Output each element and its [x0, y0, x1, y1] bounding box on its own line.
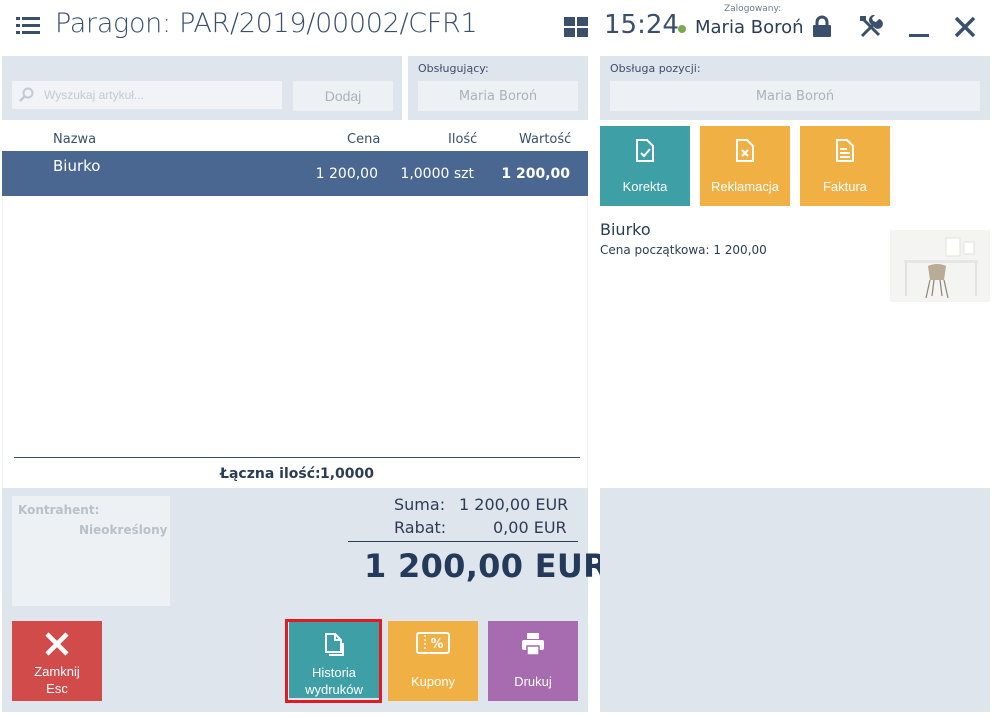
coupon-icon: %: [416, 631, 450, 659]
total-qty-label: Łączna ilość:: [220, 466, 321, 482]
invoice-label: Faktura: [822, 179, 868, 194]
correction-label: Korekta: [622, 179, 668, 194]
discount-label: Rabat:: [394, 518, 447, 537]
contractor-label: Kontrahent:: [18, 503, 100, 517]
total-qty-value: 1,0000: [320, 466, 375, 482]
print-label: Drukuj: [514, 674, 552, 689]
printer-icon: [520, 631, 546, 661]
divider: [348, 541, 578, 542]
minimize-icon[interactable]: [907, 15, 931, 39]
position-service-select[interactable]: Maria Boroń: [610, 81, 980, 111]
product-image: [890, 230, 990, 302]
position-service-label: Obsługa pozycji:: [610, 62, 701, 75]
online-status-icon: [678, 25, 686, 33]
highlight-outline: [285, 619, 382, 703]
tiles-icon[interactable]: [564, 17, 588, 37]
correction-button[interactable]: Korekta: [600, 126, 690, 206]
search-input[interactable]: [12, 81, 282, 109]
table-row[interactable]: Biurko 1 200,00 1,0000 szt 1 200,00: [2, 151, 588, 196]
column-header-name[interactable]: Nazwa: [53, 132, 96, 147]
svg-text:%: %: [430, 637, 443, 652]
table-header: Nazwa Cena Ilość Wartość: [2, 126, 588, 152]
coupons-label: Kupony: [410, 674, 456, 689]
logged-label: Zalogowany:: [724, 4, 782, 14]
seller-label: Obsługujący:: [418, 62, 489, 75]
page-title: Paragon: PAR/2019/00002/CFR1: [55, 8, 478, 39]
invoice-button[interactable]: Faktura: [800, 126, 890, 206]
complaint-button[interactable]: Reklamacja: [700, 126, 790, 206]
sum-label: Suma:: [394, 495, 446, 514]
invoice-icon: [833, 138, 857, 167]
column-header-price[interactable]: Cena: [347, 132, 380, 147]
document-check-icon: [633, 138, 657, 167]
document-x-icon: [733, 138, 757, 167]
sum-value: 1 200,00 EUR: [459, 495, 569, 514]
row-price: 1 200,00: [315, 166, 378, 182]
print-button[interactable]: Drukuj: [488, 621, 578, 701]
row-value: 1 200,00: [501, 166, 570, 182]
menu-icon[interactable]: [16, 16, 40, 36]
row-qty: 1,0000 szt: [400, 166, 474, 182]
close-icon[interactable]: [953, 15, 977, 39]
grand-total: 1 200,00 EUR: [364, 547, 609, 585]
close-x-icon: [44, 631, 70, 661]
seller-select[interactable]: Maria Boroń: [418, 81, 578, 111]
contractor-value: Nieokreślony: [79, 523, 168, 537]
column-header-value[interactable]: Wartość: [519, 132, 571, 147]
search-icon: [18, 87, 34, 103]
row-name: Biurko: [53, 157, 101, 175]
tools-icon[interactable]: [859, 14, 883, 39]
clock: 15:24: [604, 10, 679, 40]
coupons-button[interactable]: % Kupony: [388, 621, 478, 701]
close-button[interactable]: Zamknij Esc: [12, 621, 102, 701]
discount-value: 0,00 EUR: [493, 518, 567, 537]
product-name: Biurko: [600, 220, 651, 239]
close-button-label: Zamknij: [34, 664, 80, 679]
divider: [14, 457, 580, 458]
column-header-qty[interactable]: Ilość: [448, 132, 477, 147]
complaint-label: Reklamacja: [711, 179, 779, 194]
logged-user-name[interactable]: Maria Boroń: [695, 17, 804, 38]
right-bottom-panel: [600, 488, 990, 712]
lock-icon[interactable]: [811, 15, 833, 39]
product-initial-price: Cena początkowa: 1 200,00: [600, 243, 767, 257]
add-button[interactable]: Dodaj: [293, 81, 393, 111]
close-button-shortcut: Esc: [46, 681, 68, 696]
